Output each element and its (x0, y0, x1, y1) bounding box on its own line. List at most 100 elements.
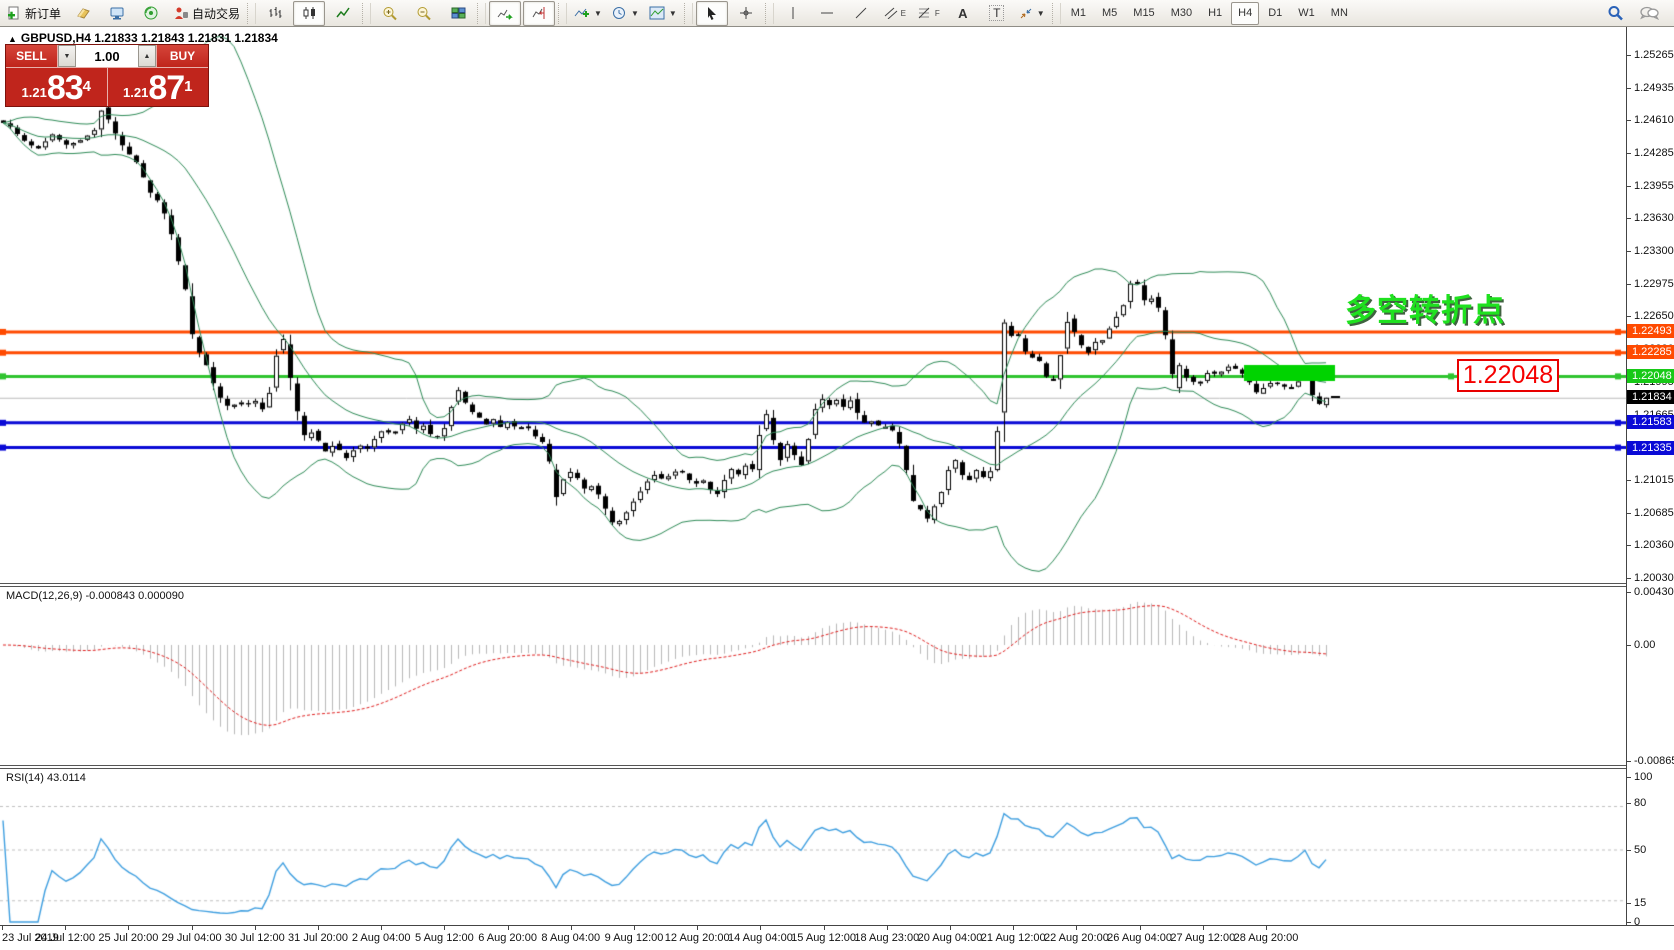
computer-icon (109, 6, 125, 20)
buy-button[interactable]: BUY (156, 45, 208, 67)
time-axis-label: 6 Aug 20:00 (478, 932, 537, 944)
time-axis-tick (381, 926, 382, 930)
time-axis[interactable]: 23 Jul 201924 Jul 12:0025 Jul 20:0029 Ju… (0, 925, 1674, 950)
new-order-button[interactable]: 新订单 (3, 1, 65, 26)
terminal-button[interactable] (101, 1, 133, 26)
sell-button[interactable]: SELL (6, 45, 58, 67)
arrows-tool-button[interactable]: ▼ (1015, 1, 1049, 26)
horizontal-line-icon (820, 6, 834, 20)
chat-button[interactable] (1633, 1, 1665, 26)
cursor-tool-button[interactable] (696, 1, 728, 26)
collapse-panel-icon[interactable]: ▲ (8, 34, 17, 44)
time-axis-tick (1140, 926, 1141, 930)
macd-indicator-label: MACD(12,26,9) -0.000843 0.000090 (6, 590, 184, 602)
time-axis-tick (444, 926, 445, 930)
price-scale-tick: 1.20030 (1627, 572, 1674, 584)
bar-chart-icon (268, 6, 283, 20)
time-axis-label: 24 Jul 12:00 (35, 932, 95, 944)
price-label-box[interactable]: 1.22048 (1457, 359, 1559, 392)
line-chart-button[interactable] (327, 1, 359, 26)
trendline-tool-button[interactable] (845, 1, 877, 26)
vline-tool-button[interactable] (777, 1, 809, 26)
time-axis-tick (1076, 926, 1077, 930)
signals-button[interactable] (135, 1, 167, 26)
rsi-subwindow[interactable] (0, 768, 1626, 925)
label-tool-button[interactable]: T (981, 1, 1013, 26)
buy-price-prefix: 1.21 (123, 83, 148, 103)
time-axis-label: 14 Aug 04:00 (728, 932, 793, 944)
time-axis-tick (950, 926, 951, 930)
rsi-scale-tick: 0 (1627, 916, 1674, 928)
template-icon (649, 6, 665, 20)
crosshair-tool-button[interactable] (730, 1, 762, 26)
styles-button[interactable] (67, 1, 99, 26)
buy-price[interactable]: 1.21871 (108, 68, 209, 106)
macd-window-splitter[interactable] (0, 583, 1674, 587)
macd-subwindow[interactable] (0, 586, 1626, 765)
sell-price[interactable]: 1.21834 (6, 68, 108, 106)
turning-point-annotation[interactable]: 多空转折点 (1345, 285, 1505, 330)
new-order-label: 新订单 (25, 5, 61, 22)
one-click-trading-panel: SELL ▼ 1.00 ▲ BUY 1.21834 1.21871 (5, 44, 209, 107)
channel-tool-button[interactable]: E (879, 1, 911, 26)
price-scale-tick: 1.21015 (1627, 474, 1674, 486)
timeframe-m1[interactable]: M1 (1064, 2, 1093, 25)
timeframe-h1[interactable]: H1 (1201, 2, 1229, 25)
crosshair-icon (739, 6, 753, 20)
time-axis-label: 25 Jul 20:00 (98, 932, 158, 944)
toolbar-separator (684, 3, 693, 24)
chart-symbol-header: ▲ GBPUSD,H4 1.21833 1.21843 1.21831 1.218… (8, 31, 278, 45)
timeframe-d1[interactable]: D1 (1261, 2, 1289, 25)
tile-windows-button[interactable] (442, 1, 474, 26)
zoom-out-button[interactable] (408, 1, 440, 26)
autotrading-button[interactable]: 自动交易 (169, 1, 244, 26)
price-tag-1.22493: 1.22493 (1627, 324, 1674, 338)
channel-letter: E (901, 9, 906, 18)
toolbar-separator (247, 3, 256, 24)
macd-scale-tick: 0.00 (1627, 639, 1674, 651)
bar-chart-button[interactable] (259, 1, 291, 26)
templates-button[interactable]: ▼ (645, 1, 681, 26)
candlestick-chart-button[interactable] (293, 1, 325, 26)
dropdown-arrow-icon: ▼ (1037, 9, 1045, 18)
search-button[interactable] (1599, 1, 1631, 26)
time-axis-tick (255, 926, 256, 930)
toolbar-separator (477, 3, 486, 24)
time-axis-tick (128, 926, 129, 930)
periods-button[interactable]: ▼ (608, 1, 643, 26)
buy-price-big: 87 (148, 73, 184, 103)
toolbar-separator (558, 3, 567, 24)
time-axis-label: 27 Aug 12:00 (1170, 932, 1235, 944)
rsi-window-splitter[interactable] (0, 765, 1674, 769)
chat-icon (1639, 5, 1659, 21)
indicators-button[interactable]: ▼ (570, 1, 606, 26)
mt4-window: 新订单 自动交易 (0, 0, 1674, 950)
price-tag-1.21583: 1.21583 (1627, 415, 1674, 429)
hline-tool-button[interactable] (811, 1, 843, 26)
symbol-period-label: GBPUSD,H4 (21, 31, 91, 45)
text-tool-button[interactable]: A (947, 1, 979, 26)
timeframe-m15[interactable]: M15 (1126, 2, 1161, 25)
dropdown-arrow-icon: ▼ (594, 9, 602, 18)
time-axis-tick (760, 926, 761, 930)
ohlc-values: 1.21833 1.21843 1.21831 1.21834 (94, 31, 278, 45)
volume-decrease-button[interactable]: ▼ (58, 45, 76, 67)
chart-shift-button[interactable] (523, 1, 555, 26)
timeframe-h4[interactable]: H4 (1231, 2, 1259, 25)
fibonacci-tool-button[interactable]: F (913, 1, 945, 26)
auto-scroll-button[interactable] (489, 1, 521, 26)
gold-chip-icon (75, 6, 91, 20)
rsi-indicator-label: RSI(14) 43.0114 (6, 772, 86, 784)
volume-value[interactable]: 1.00 (76, 45, 138, 67)
toolbar-separator (1052, 3, 1061, 24)
timeframe-m30[interactable]: M30 (1164, 2, 1199, 25)
zoom-out-icon (416, 6, 432, 21)
zoom-in-button[interactable] (374, 1, 406, 26)
time-axis-label: 20 Aug 04:00 (918, 932, 983, 944)
volume-increase-button[interactable]: ▲ (138, 45, 156, 67)
timeframe-w1[interactable]: W1 (1291, 2, 1322, 25)
time-axis-tick (634, 926, 635, 930)
timeframe-m5[interactable]: M5 (1095, 2, 1124, 25)
timeframe-mn[interactable]: MN (1324, 2, 1355, 25)
time-axis-label: 9 Aug 12:00 (605, 932, 664, 944)
